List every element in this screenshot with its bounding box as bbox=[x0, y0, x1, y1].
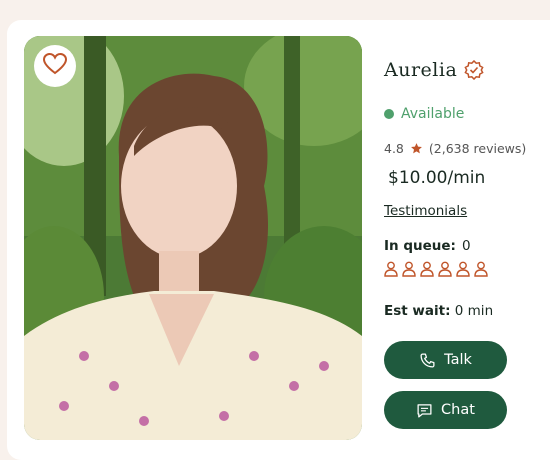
wait-value: 0 min bbox=[454, 303, 494, 319]
queue-count: 0 bbox=[461, 238, 471, 254]
availability-status: Available bbox=[384, 106, 464, 122]
verified-badge-icon bbox=[464, 60, 484, 80]
favorite-button[interactable] bbox=[34, 45, 76, 87]
person-icon bbox=[420, 261, 434, 277]
status-dot bbox=[384, 109, 394, 119]
person-icon bbox=[384, 261, 398, 277]
chat-bubble-icon bbox=[416, 402, 433, 419]
person-icon bbox=[402, 261, 416, 277]
phone-icon bbox=[419, 352, 436, 369]
estimated-wait: Est wait: 0 min bbox=[384, 303, 493, 319]
advisor-name: Aurelia bbox=[384, 59, 458, 81]
advisor-photo[interactable] bbox=[24, 36, 362, 440]
heart-icon bbox=[42, 52, 68, 79]
testimonials-link[interactable]: Testimonials bbox=[384, 203, 467, 219]
wait-label: Est wait: bbox=[384, 303, 451, 319]
queue-info: In queue: 0 bbox=[384, 238, 471, 254]
rating-row: 4.8 (2,638 reviews) bbox=[384, 141, 526, 156]
chat-button[interactable]: Chat bbox=[384, 391, 507, 429]
star-icon bbox=[410, 142, 423, 155]
talk-label: Talk bbox=[444, 352, 472, 368]
person-icon bbox=[438, 261, 452, 277]
queue-slots bbox=[384, 261, 488, 277]
rating-value: 4.8 bbox=[384, 141, 404, 156]
price-per-minute: $10.00/min bbox=[388, 168, 486, 188]
review-count: (2,638 reviews) bbox=[428, 141, 527, 156]
name-row: Aurelia bbox=[384, 59, 484, 81]
status-label: Available bbox=[401, 106, 465, 122]
queue-label: In queue: bbox=[384, 238, 456, 254]
person-icon bbox=[456, 261, 470, 277]
chat-label: Chat bbox=[441, 402, 475, 418]
talk-button[interactable]: Talk bbox=[384, 341, 507, 379]
person-icon bbox=[474, 261, 488, 277]
